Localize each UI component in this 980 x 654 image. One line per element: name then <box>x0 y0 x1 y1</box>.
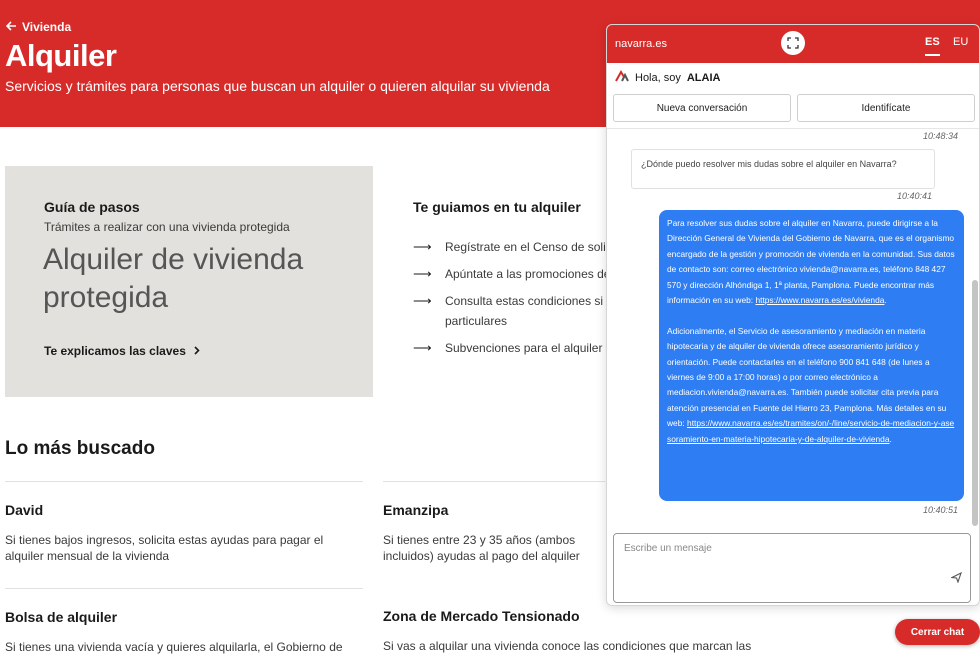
chat-actions: Nueva conversación Identifícate <box>613 94 975 122</box>
card-title: David <box>5 502 44 518</box>
lang-es-tab[interactable]: ES <box>925 36 940 56</box>
close-chat-button[interactable]: Cerrar chat <box>895 619 980 645</box>
card-title: Emanzipa <box>383 502 449 518</box>
step-text: Apúntate a las promociones de <box>445 267 611 281</box>
chat-header: navarra.es ES EU <box>607 25 979 63</box>
guide-title: Guía de pasos <box>44 199 140 215</box>
search-card[interactable]: David Si tienes bajos ingresos, solicita… <box>5 481 363 564</box>
step-text: particulares <box>445 314 508 328</box>
arrow-right-icon: ⟶ <box>413 293 432 308</box>
step-text: Regístrate en el Censo de solicit <box>445 240 613 254</box>
step-item[interactable]: ⟶ Regístrate en el Censo de solicit <box>413 237 613 257</box>
page-title: Alquiler <box>5 38 117 73</box>
card-desc: Si vas a alquilar una vivienda conoce la… <box>383 639 752 653</box>
guide-link[interactable]: Te explicamos las claves <box>44 344 200 358</box>
step-item-continued[interactable]: particulares <box>413 311 613 331</box>
answer-link[interactable]: https://www.navarra.es/es/tramites/on/-/… <box>667 418 954 443</box>
arrow-left-icon <box>5 20 17 34</box>
arrow-right-icon: ⟶ <box>413 239 432 254</box>
bot-message: Para resolver sus dudas sobre el alquile… <box>659 210 964 501</box>
step-item[interactable]: ⟶ Consulta estas condiciones si a <box>413 291 613 311</box>
message-placeholder: Escribe un mensaje <box>624 543 712 554</box>
card-desc: Si tienes entre 23 y 35 años (ambos incl… <box>383 533 580 563</box>
arrow-right-icon: ⟶ <box>413 266 432 281</box>
new-conversation-button[interactable]: Nueva conversación <box>613 94 791 122</box>
page-subtitle: Servicios y trámites para personas que b… <box>5 78 550 94</box>
steps-title: Te guiamos en tu alquiler <box>413 199 581 215</box>
navarra-logo-icon <box>615 70 629 85</box>
step-item[interactable]: ⟶ Subvenciones para el alquiler de <box>413 338 613 358</box>
search-card[interactable]: Bolsa de alquiler Si tienes una vivienda… <box>5 588 363 654</box>
divider <box>607 128 979 129</box>
most-searched-title: Lo más buscado <box>5 438 155 459</box>
timestamp: 10:40:51 <box>923 505 959 515</box>
guide-subtitle: Trámites a realizar con una vivienda pro… <box>44 220 290 234</box>
page: Vivienda Alquiler Servicios y trámites p… <box>0 0 980 654</box>
back-link[interactable]: Vivienda <box>5 20 72 34</box>
card-title: Zona de Mercado Tensionado <box>383 608 580 624</box>
expand-icon[interactable] <box>781 31 805 55</box>
lang-eu-tab[interactable]: EU <box>953 36 968 48</box>
card-desc: Si tienes bajos ingresos, solicita estas… <box>5 533 324 563</box>
identify-button[interactable]: Identifícate <box>797 94 975 122</box>
message-input[interactable]: Escribe un mensaje <box>613 533 971 603</box>
step-text: Consulta estas condiciones si a <box>445 294 613 308</box>
guide-big-title: Alquiler de vivienda protegida <box>43 243 304 314</box>
chat-greeting: Hola, soy ALAIA <box>615 70 720 85</box>
back-link-label: Vivienda <box>22 20 72 34</box>
user-message: ¿Dónde puedo resolver mis dudas sobre el… <box>631 149 935 189</box>
search-card[interactable]: Emanzipa Si tienes entre 23 y 35 años (a… <box>383 481 605 564</box>
greeting-name: ALAIA <box>686 71 721 84</box>
send-icon[interactable] <box>950 570 962 588</box>
step-item[interactable]: ⟶ Apúntate a las promociones de <box>413 264 613 284</box>
answer-text: Para resolver sus dudas sobre el alquile… <box>667 218 955 306</box>
chat-brand: navarra.es <box>615 38 667 50</box>
chat-scrollbar[interactable] <box>972 280 978 526</box>
card-desc: Si tienes una vivienda vacía y quieres a… <box>5 640 343 654</box>
chat-widget: navarra.es ES EU Hola, soy ALAIA Nueva c… <box>606 24 980 606</box>
arrow-right-icon: ⟶ <box>413 340 432 355</box>
answer-text: Adicionalmente, el Servicio de asesorami… <box>667 325 947 429</box>
guide-card[interactable]: Guía de pasos Trámites a realizar con un… <box>5 166 373 397</box>
steps-section: Te guiamos en tu alquiler ⟶ Regístrate e… <box>413 199 613 365</box>
step-text: Subvenciones para el alquiler de <box>445 341 613 355</box>
answer-link[interactable]: https://www.navarra.es/es/vivienda <box>755 295 884 305</box>
chevron-right-icon <box>194 344 200 358</box>
guide-link-label: Te explicamos las claves <box>44 344 186 358</box>
timestamp: 10:48:34 <box>923 131 959 141</box>
greeting-prefix: Hola, soy <box>635 71 681 84</box>
timestamp: 10:40:41 <box>897 191 933 201</box>
card-title: Bolsa de alquiler <box>5 609 118 625</box>
